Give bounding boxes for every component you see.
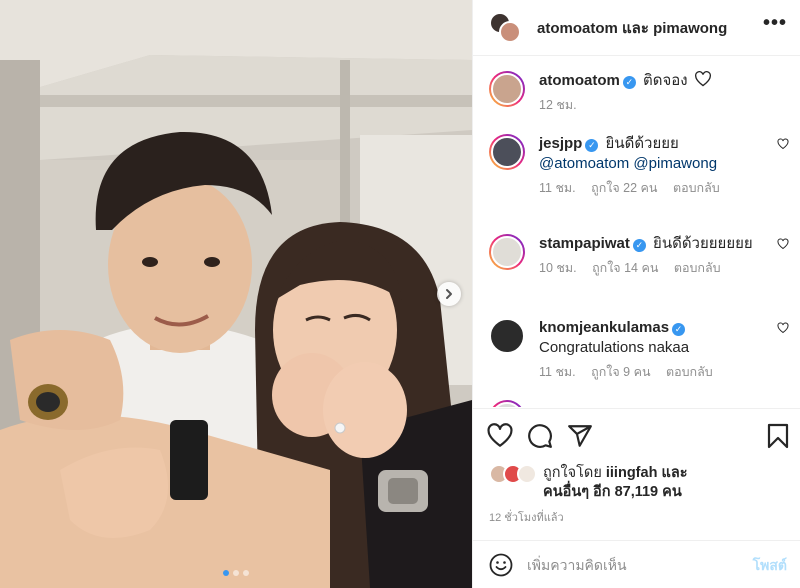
comment-text: ติดจอง [643, 72, 688, 89]
comment-likes[interactable]: ถูกใจ 14 คน [592, 261, 658, 275]
action-bar [473, 408, 800, 449]
post-timestamp[interactable]: 12 ชั่วโมงที่แล้ว [489, 508, 564, 526]
like-button[interactable] [487, 423, 513, 449]
share-icon [568, 425, 592, 447]
carousel-indicator [0, 570, 472, 576]
avatar[interactable] [489, 234, 525, 270]
emoji-button[interactable] [489, 553, 513, 577]
comment-likes[interactable]: ถูกใจ 9 คน [591, 365, 650, 379]
comment-mentions[interactable]: @atomoatom @pimawong [539, 155, 717, 172]
verified-icon: ✓ [632, 239, 646, 252]
emoji-icon [489, 553, 513, 577]
comment-username[interactable]: jesjpp [539, 135, 582, 152]
comment-text: Congratulations nakaa [539, 339, 690, 356]
likes-others[interactable]: คนอื่นๆ อีก 87,119 คน [543, 484, 682, 500]
comment-time: 11 ชม. [539, 181, 576, 195]
comment-time: 10 ชม. [539, 261, 577, 275]
post-header: atomoatom และ pimawong ••• [473, 0, 800, 56]
first-liker[interactable]: iiingfah [606, 465, 658, 481]
comment-username[interactable]: atomoatom [539, 72, 620, 89]
comment-text: ยินดีด้วยยย [605, 135, 679, 152]
verified-icon: ✓ [585, 139, 599, 152]
carousel-dot-active [223, 570, 229, 576]
heart-icon[interactable] [777, 138, 789, 150]
comment-likes[interactable]: ถูกใจ 22 คน [591, 181, 657, 195]
couple-photo [0, 0, 472, 588]
liker-avatars[interactable] [489, 464, 543, 486]
chevron-right-icon [446, 289, 452, 299]
heart-icon [694, 71, 711, 87]
carousel-dot [233, 570, 239, 576]
share-button[interactable] [567, 423, 593, 449]
post-authors[interactable]: atomoatom และ pimawong [537, 16, 727, 40]
author-avatars[interactable] [489, 11, 523, 44]
comment-username[interactable]: knomjeankulamas [539, 319, 669, 336]
post-comment-button[interactable]: โพสต์ [753, 555, 787, 577]
heart-icon[interactable] [777, 238, 789, 250]
likes-summary: ถูกใจโดย iiingfah และ คนอื่นๆ อีก 87,119… [489, 464, 789, 502]
avatar[interactable] [489, 134, 525, 170]
likes-and: และ [661, 465, 688, 481]
comments-list: atomoatom ✓ ติดจอง 12 ชม. jesjpp ✓ ยินดีด้… [473, 57, 800, 407]
heart-icon [487, 423, 513, 447]
comment-input[interactable] [527, 553, 727, 577]
reply-button[interactable]: ตอบกลับ [674, 261, 721, 275]
verified-icon: ✓ [622, 76, 636, 89]
comment-time: 11 ชม. [539, 365, 576, 379]
avatar [517, 464, 537, 484]
comment-text: ยินดีด้วยยยยยย [653, 235, 753, 252]
more-icon[interactable]: ••• [763, 12, 787, 35]
next-photo-button[interactable] [437, 282, 461, 306]
comment-button[interactable] [527, 423, 553, 449]
comment-composer: โพสต์ [473, 540, 800, 588]
post-photo[interactable] [0, 0, 472, 588]
reply-button[interactable]: ตอบกลับ [673, 181, 720, 195]
post-viewer: atomoatom และ pimawong ••• atomoatom ✓ ติ… [0, 0, 800, 588]
bookmark-icon [767, 423, 789, 449]
avatar[interactable] [489, 71, 525, 107]
verified-icon: ✓ [672, 323, 686, 336]
heart-icon[interactable] [777, 322, 789, 334]
post-side-panel: atomoatom และ pimawong ••• atomoatom ✓ ติ… [472, 0, 800, 588]
comment-username[interactable]: stampapiwat [539, 235, 630, 252]
avatar[interactable] [489, 400, 525, 407]
reply-button[interactable]: ตอบกลับ [666, 365, 713, 379]
avatar [499, 20, 521, 43]
save-button[interactable] [767, 423, 791, 449]
comment-time: 12 ชม. [539, 98, 577, 112]
avatar[interactable] [489, 318, 525, 354]
likes-prefix: ถูกใจโดย [543, 465, 602, 481]
comment-icon [528, 424, 552, 448]
carousel-dot [243, 570, 249, 576]
